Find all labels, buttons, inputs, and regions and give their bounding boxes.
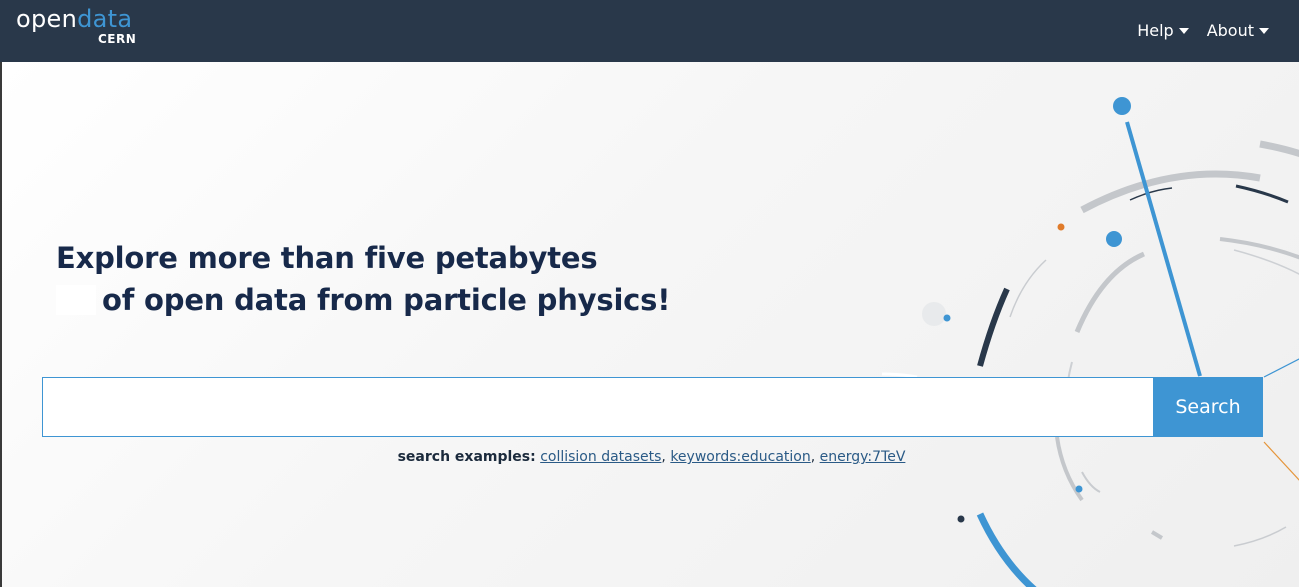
search-examples-label: search examples: [397, 449, 536, 465]
logo-open-text: open [16, 5, 78, 33]
search-examples: search examples: collision datasets, key… [397, 449, 906, 465]
hero-section: Explore more than five petabytes of open… [0, 62, 1299, 587]
logo-cern-text: CERN [98, 32, 137, 46]
search-button[interactable]: Search [1153, 377, 1263, 437]
particle-collision-illustration [881, 97, 1299, 587]
logo-data-text: data [77, 5, 133, 33]
hero-headline: Explore more than five petabytes of open… [56, 237, 670, 321]
logo-wordmark: opendata [16, 5, 132, 33]
search-input[interactable] [42, 377, 1153, 437]
caret-down-icon [1178, 28, 1189, 34]
navbar: opendata CERN Help About [0, 0, 1299, 62]
headline-indent [56, 285, 96, 315]
headline-prefix: Explore more than [56, 241, 365, 275]
nav-menu: Help About [1137, 20, 1269, 42]
headline-line-2-text: of open data from particle physics! [102, 283, 671, 317]
caret-down-icon [1259, 28, 1269, 34]
about-menu-button[interactable]: About [1207, 20, 1269, 42]
example-link-keywords-education[interactable]: keywords:education [670, 449, 810, 465]
example-link-collision-datasets[interactable]: collision datasets [540, 449, 661, 465]
help-menu-button[interactable]: Help [1137, 20, 1189, 42]
opendata-cern-logo[interactable]: opendata CERN [16, 4, 136, 46]
search-form: Search [42, 377, 1263, 437]
headline-line-2: of open data from particle physics! [56, 279, 670, 321]
headline-highlight: five petabytes [364, 241, 598, 275]
help-menu-label: Help [1137, 21, 1174, 40]
example-link-energy-7tev[interactable]: energy:7TeV [820, 449, 906, 465]
about-menu-label: About [1206, 21, 1254, 40]
